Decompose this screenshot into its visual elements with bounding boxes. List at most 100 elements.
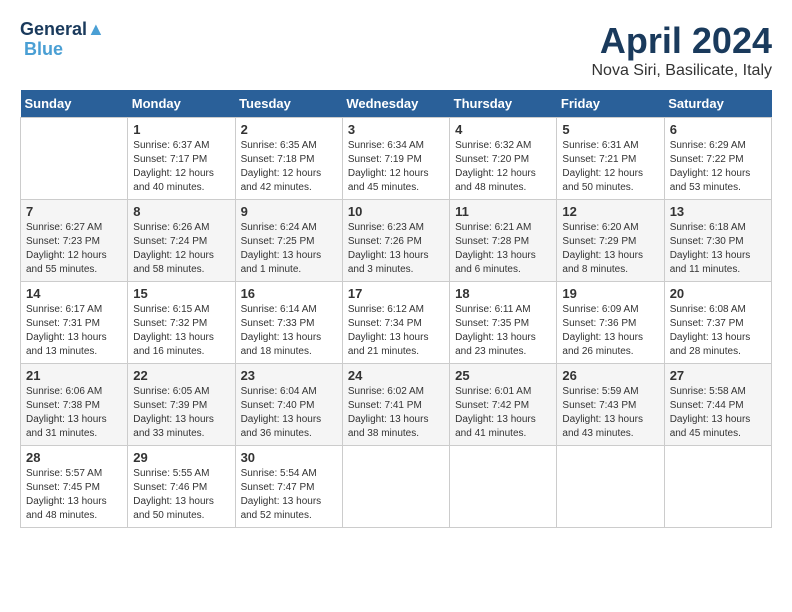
calendar-cell: 14 Sunrise: 6:17 AM Sunset: 7:31 PM Dayli… [21,282,128,364]
day-number: 5 [562,122,658,137]
day-number: 13 [670,204,766,219]
calendar-cell: 2 Sunrise: 6:35 AM Sunset: 7:18 PM Daylig… [235,118,342,200]
day-info: Sunrise: 6:04 AM Sunset: 7:40 PM Dayligh… [241,385,337,441]
calendar-week-row: 21 Sunrise: 6:06 AM Sunset: 7:38 PM Dayli… [21,364,772,446]
calendar-cell: 1 Sunrise: 6:37 AM Sunset: 7:17 PM Daylig… [128,118,235,200]
day-info: Sunrise: 6:31 AM Sunset: 7:21 PM Dayligh… [562,139,658,195]
day-number: 24 [348,368,444,383]
calendar-cell: 30 Sunrise: 5:54 AM Sunset: 7:47 PM Dayli… [235,446,342,528]
calendar-table: Sunday Monday Tuesday Wednesday Thursday… [20,90,772,528]
day-info: Sunrise: 6:08 AM Sunset: 7:37 PM Dayligh… [670,303,766,359]
day-number: 27 [670,368,766,383]
calendar-week-row: 7 Sunrise: 6:27 AM Sunset: 7:23 PM Daylig… [21,200,772,282]
day-info: Sunrise: 6:17 AM Sunset: 7:31 PM Dayligh… [26,303,122,359]
col-tuesday: Tuesday [235,90,342,118]
day-info: Sunrise: 5:54 AM Sunset: 7:47 PM Dayligh… [241,467,337,523]
day-number: 1 [133,122,229,137]
page-header: General▲ Blue April 2024 Nova Siri, Basi… [20,20,772,80]
day-number: 23 [241,368,337,383]
calendar-cell [557,446,664,528]
calendar-cell [21,118,128,200]
calendar-cell: 20 Sunrise: 6:08 AM Sunset: 7:37 PM Dayli… [664,282,771,364]
day-info: Sunrise: 6:01 AM Sunset: 7:42 PM Dayligh… [455,385,551,441]
day-info: Sunrise: 6:09 AM Sunset: 7:36 PM Dayligh… [562,303,658,359]
calendar-cell: 21 Sunrise: 6:06 AM Sunset: 7:38 PM Dayli… [21,364,128,446]
day-number: 30 [241,450,337,465]
col-wednesday: Wednesday [342,90,449,118]
day-number: 15 [133,286,229,301]
day-info: Sunrise: 5:57 AM Sunset: 7:45 PM Dayligh… [26,467,122,523]
calendar-cell: 12Sunrise: 6:20 AM Sunset: 7:29 PM Dayli… [557,200,664,282]
calendar-cell: 11 Sunrise: 6:21 AM Sunset: 7:28 PM Dayli… [450,200,557,282]
day-number: 12 [562,204,658,219]
day-info: Sunrise: 6:37 AM Sunset: 7:17 PM Dayligh… [133,139,229,195]
day-info: Sunrise: 6:35 AM Sunset: 7:18 PM Dayligh… [241,139,337,195]
calendar-cell: 13 Sunrise: 6:18 AM Sunset: 7:30 PM Dayli… [664,200,771,282]
day-number: 9 [241,204,337,219]
day-number: 25 [455,368,551,383]
day-number: 21 [26,368,122,383]
calendar-cell: 24 Sunrise: 6:02 AM Sunset: 7:41 PM Dayli… [342,364,449,446]
calendar-cell: 15 Sunrise: 6:15 AM Sunset: 7:32 PM Dayli… [128,282,235,364]
day-info: Sunrise: 6:24 AM Sunset: 7:25 PM Dayligh… [241,221,337,277]
calendar-cell: 6Sunrise: 6:29 AM Sunset: 7:22 PM Daylig… [664,118,771,200]
day-number: 20 [670,286,766,301]
calendar-cell: 17 Sunrise: 6:12 AM Sunset: 7:34 PM Dayli… [342,282,449,364]
day-info: Sunrise: 6:27 AM Sunset: 7:23 PM Dayligh… [26,221,122,277]
day-number: 8 [133,204,229,219]
day-info: Sunrise: 6:11 AM Sunset: 7:35 PM Dayligh… [455,303,551,359]
day-number: 14 [26,286,122,301]
calendar-cell: 8 Sunrise: 6:26 AM Sunset: 7:24 PM Daylig… [128,200,235,282]
day-number: 22 [133,368,229,383]
day-number: 4 [455,122,551,137]
day-info: Sunrise: 6:05 AM Sunset: 7:39 PM Dayligh… [133,385,229,441]
day-number: 2 [241,122,337,137]
col-sunday: Sunday [21,90,128,118]
calendar-cell: 16Sunrise: 6:14 AM Sunset: 7:33 PM Dayli… [235,282,342,364]
day-info: Sunrise: 6:15 AM Sunset: 7:32 PM Dayligh… [133,303,229,359]
day-number: 7 [26,204,122,219]
calendar-cell: 29Sunrise: 5:55 AM Sunset: 7:46 PM Dayli… [128,446,235,528]
col-monday: Monday [128,90,235,118]
calendar-cell [664,446,771,528]
calendar-cell [342,446,449,528]
day-number: 18 [455,286,551,301]
calendar-week-row: 14 Sunrise: 6:17 AM Sunset: 7:31 PM Dayli… [21,282,772,364]
day-number: 26 [562,368,658,383]
day-info: Sunrise: 6:21 AM Sunset: 7:28 PM Dayligh… [455,221,551,277]
day-number: 17 [348,286,444,301]
calendar-cell: 7 Sunrise: 6:27 AM Sunset: 7:23 PM Daylig… [21,200,128,282]
calendar-cell: 10Sunrise: 6:23 AM Sunset: 7:26 PM Dayli… [342,200,449,282]
logo: General▲ Blue [20,20,105,60]
title-block: April 2024 Nova Siri, Basilicate, Italy [591,20,772,80]
calendar-cell: 4 Sunrise: 6:32 AM Sunset: 7:20 PM Daylig… [450,118,557,200]
logo-text-blue: Blue [24,40,63,60]
location-subtitle: Nova Siri, Basilicate, Italy [591,62,772,80]
day-info: Sunrise: 5:59 AM Sunset: 7:43 PM Dayligh… [562,385,658,441]
day-info: Sunrise: 6:14 AM Sunset: 7:33 PM Dayligh… [241,303,337,359]
day-info: Sunrise: 6:06 AM Sunset: 7:38 PM Dayligh… [26,385,122,441]
calendar-week-row: 28 Sunrise: 5:57 AM Sunset: 7:45 PM Dayli… [21,446,772,528]
day-info: Sunrise: 6:32 AM Sunset: 7:20 PM Dayligh… [455,139,551,195]
calendar-cell: 19 Sunrise: 6:09 AM Sunset: 7:36 PM Dayli… [557,282,664,364]
day-number: 11 [455,204,551,219]
calendar-cell: 9 Sunrise: 6:24 AM Sunset: 7:25 PM Daylig… [235,200,342,282]
day-info: Sunrise: 6:34 AM Sunset: 7:19 PM Dayligh… [348,139,444,195]
calendar-week-row: 1 Sunrise: 6:37 AM Sunset: 7:17 PM Daylig… [21,118,772,200]
day-number: 28 [26,450,122,465]
day-info: Sunrise: 5:58 AM Sunset: 7:44 PM Dayligh… [670,385,766,441]
day-info: Sunrise: 5:55 AM Sunset: 7:46 PM Dayligh… [133,467,229,523]
calendar-cell: 25 Sunrise: 6:01 AM Sunset: 7:42 PM Dayli… [450,364,557,446]
day-info: Sunrise: 6:26 AM Sunset: 7:24 PM Dayligh… [133,221,229,277]
header-row: Sunday Monday Tuesday Wednesday Thursday… [21,90,772,118]
day-info: Sunrise: 6:12 AM Sunset: 7:34 PM Dayligh… [348,303,444,359]
day-info: Sunrise: 6:29 AM Sunset: 7:22 PM Dayligh… [670,139,766,195]
calendar-cell: 5 Sunrise: 6:31 AM Sunset: 7:21 PM Daylig… [557,118,664,200]
day-info: Sunrise: 6:18 AM Sunset: 7:30 PM Dayligh… [670,221,766,277]
calendar-cell: 23 Sunrise: 6:04 AM Sunset: 7:40 PM Dayli… [235,364,342,446]
day-number: 3 [348,122,444,137]
col-saturday: Saturday [664,90,771,118]
day-info: Sunrise: 6:02 AM Sunset: 7:41 PM Dayligh… [348,385,444,441]
day-info: Sunrise: 6:23 AM Sunset: 7:26 PM Dayligh… [348,221,444,277]
day-number: 19 [562,286,658,301]
